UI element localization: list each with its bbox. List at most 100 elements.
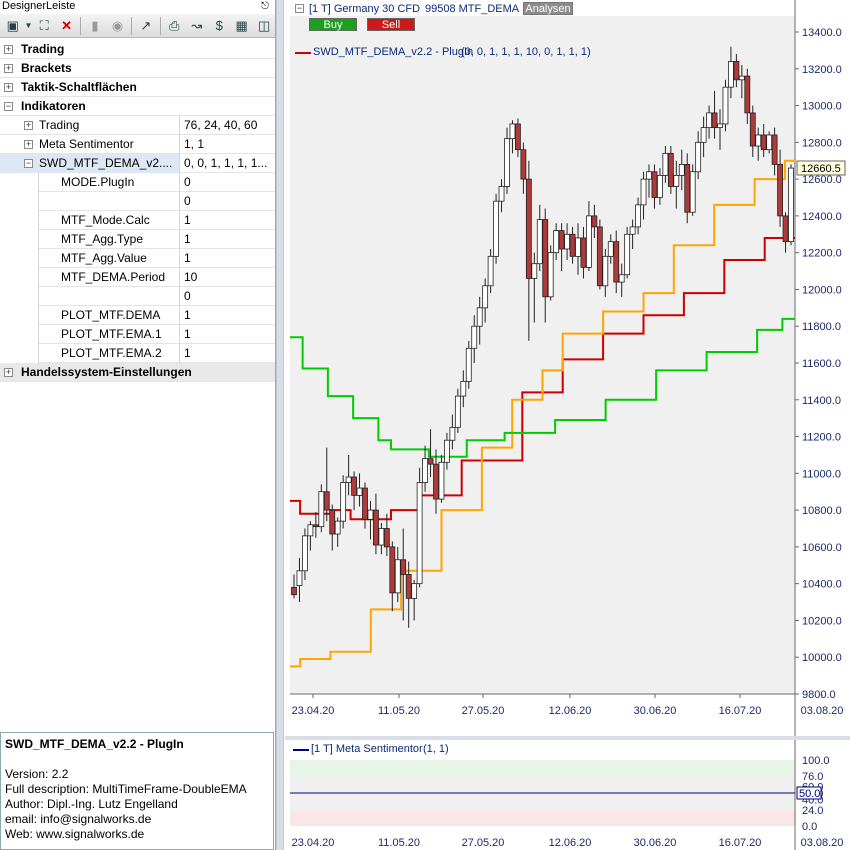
param-row[interactable]: PLOT_MTF.EMA.2 1	[0, 343, 275, 363]
window-icon[interactable]: ◫	[253, 16, 274, 36]
candle-body	[536, 219, 543, 265]
buy-button[interactable]: Buy	[309, 18, 357, 31]
param-row[interactable]: MTF_Agg.Value 1	[0, 248, 275, 268]
description-line: Full description: MultiTimeFrame-DoubleE…	[5, 782, 247, 796]
select-tool-icon[interactable]: ▣	[2, 16, 23, 36]
param-value[interactable]: 10	[180, 270, 197, 284]
candle-body	[695, 141, 702, 173]
param-row[interactable]: MODE.PlugIn 0	[0, 172, 275, 192]
category-label: Handelssystem-Einstellungen	[21, 365, 192, 379]
category-brackets[interactable]: + Brackets	[0, 59, 275, 78]
indicator-row-trading[interactable]: + Trading 76, 24, 40, 60	[0, 115, 275, 135]
expand-icon[interactable]: +	[24, 139, 33, 149]
param-row[interactable]: MTF_DEMA.Period 10	[0, 267, 275, 287]
print-icon[interactable]: ⎙	[164, 16, 185, 36]
draw-icon[interactable]: ↝	[186, 16, 207, 36]
instrument-sub: 99508 MTF_DEMA	[425, 3, 520, 15]
candle-body	[657, 175, 663, 198]
param-value[interactable]: 0	[180, 175, 191, 189]
category-tactics[interactable]: + Taktik-Schaltflächen	[0, 78, 275, 97]
param-name: MTF_DEMA.Period	[38, 267, 179, 287]
dropdown-arrow-icon[interactable]: ▼	[24, 16, 32, 36]
description-line: Version: 2.2	[5, 767, 69, 781]
indicator-value: 1, 1	[184, 137, 205, 151]
candle-body	[755, 134, 762, 147]
param-row[interactable]: 0	[0, 191, 275, 211]
param-row[interactable]: MTF_Agg.Type 1	[0, 229, 275, 249]
description-line: Web: www.signalworks.de	[5, 827, 145, 841]
param-value[interactable]: 1	[180, 327, 191, 341]
param-value[interactable]: 1	[180, 346, 191, 360]
panel-splitter[interactable]	[276, 0, 284, 850]
param-value[interactable]: 0	[180, 194, 191, 208]
sidebar-icon[interactable]: ▮	[84, 16, 105, 36]
candle-body	[471, 325, 478, 349]
collapse-icon[interactable]: −	[295, 4, 304, 13]
toolbar-separator	[159, 16, 161, 35]
indicator-row-meta-sentimentor[interactable]: + Meta Sentimentor 1, 1	[0, 134, 275, 154]
x-tick-label: 16.07.20	[719, 705, 762, 717]
expand-icon[interactable]: +	[24, 120, 33, 130]
param-row[interactable]: PLOT_MTF.EMA.1 1	[0, 324, 275, 344]
expand-icon[interactable]: +	[4, 44, 13, 54]
trendline-icon[interactable]: ↗	[135, 16, 156, 36]
candle-body	[782, 215, 789, 243]
oversold-zone	[290, 810, 795, 826]
candle-body	[394, 559, 401, 594]
candle-body	[706, 112, 712, 129]
param-value[interactable]: 1	[180, 232, 191, 246]
y-tick-label: 12200.0	[802, 248, 842, 260]
candle-body	[602, 255, 609, 287]
sub-x-tick-label: 30.06.20	[634, 837, 677, 849]
param-value[interactable]: 1	[180, 251, 191, 265]
y-tick-label: 10400.0	[802, 579, 842, 591]
x-tick-label: 03.08.20	[801, 705, 844, 717]
indicator-row-swd-mtf-dema[interactable]: − SWD_MTF_DEMA_v2.... 0, 0, 1, 1, 1, 1...	[0, 153, 275, 173]
y-tick-label: 12600.0	[802, 174, 842, 186]
candle-body	[465, 347, 472, 382]
pane-splitter	[285, 736, 850, 740]
y-tick-label: 11600.0	[802, 358, 841, 370]
param-value[interactable]: 1	[180, 213, 191, 227]
delete-icon[interactable]: ✕	[56, 16, 77, 36]
candle-body	[662, 152, 669, 176]
candle-body	[493, 200, 499, 257]
category-label: Trading	[21, 42, 65, 56]
candle-body	[618, 274, 625, 283]
grid-icon[interactable]: ▦	[231, 16, 252, 36]
candle-body	[596, 226, 603, 287]
param-value[interactable]: 1	[180, 308, 191, 322]
collapse-icon[interactable]: −	[24, 158, 33, 168]
sub-y-tick-label: 24.0	[802, 805, 823, 817]
candle-body	[340, 482, 347, 522]
analyze-button[interactable]: Analysen	[523, 2, 573, 15]
candle-body	[788, 167, 794, 243]
category-system-settings[interactable]: + Handelssystem-Einstellungen	[0, 363, 275, 382]
plot-area	[290, 16, 795, 694]
dollar-swap-icon[interactable]: $	[208, 16, 229, 36]
param-name: MTF_Agg.Type	[38, 229, 179, 249]
y-tick-label: 12400.0	[802, 211, 842, 223]
category-trading[interactable]: + Trading	[0, 40, 275, 59]
expand-icon[interactable]: +	[4, 82, 13, 92]
property-tree: + Trading + Brackets + Taktik-Schaltflächen…	[0, 40, 275, 382]
crosshair-icon[interactable]: ⛶	[33, 16, 54, 36]
candle-body	[378, 528, 385, 546]
collapse-icon[interactable]: −	[4, 101, 13, 111]
pin-icon[interactable]: ⎋	[261, 0, 269, 13]
param-row[interactable]: PLOT_MTF.DEMA 1	[0, 305, 275, 325]
param-row[interactable]: MTF_Mode.Calc 1	[0, 210, 275, 230]
category-indicators[interactable]: − Indikatoren	[0, 97, 275, 116]
chart-canvas[interactable]: 13400.0 13200.0 13000.0 12800.0 12600.0 12400…	[285, 0, 850, 850]
category-label: Taktik-Schaltflächen	[21, 80, 137, 94]
param-row[interactable]: 0	[0, 286, 275, 306]
expand-icon[interactable]: +	[4, 63, 13, 73]
candle-body	[635, 204, 641, 228]
candle-body	[629, 226, 636, 235]
expand-icon[interactable]: +	[4, 367, 13, 377]
candle-body	[678, 163, 685, 176]
sell-button[interactable]: Sell	[367, 18, 415, 31]
param-value[interactable]: 0	[180, 289, 191, 303]
properties-icon[interactable]: ◉	[107, 16, 128, 36]
indicator-value: 76, 24, 40, 60	[184, 118, 258, 132]
